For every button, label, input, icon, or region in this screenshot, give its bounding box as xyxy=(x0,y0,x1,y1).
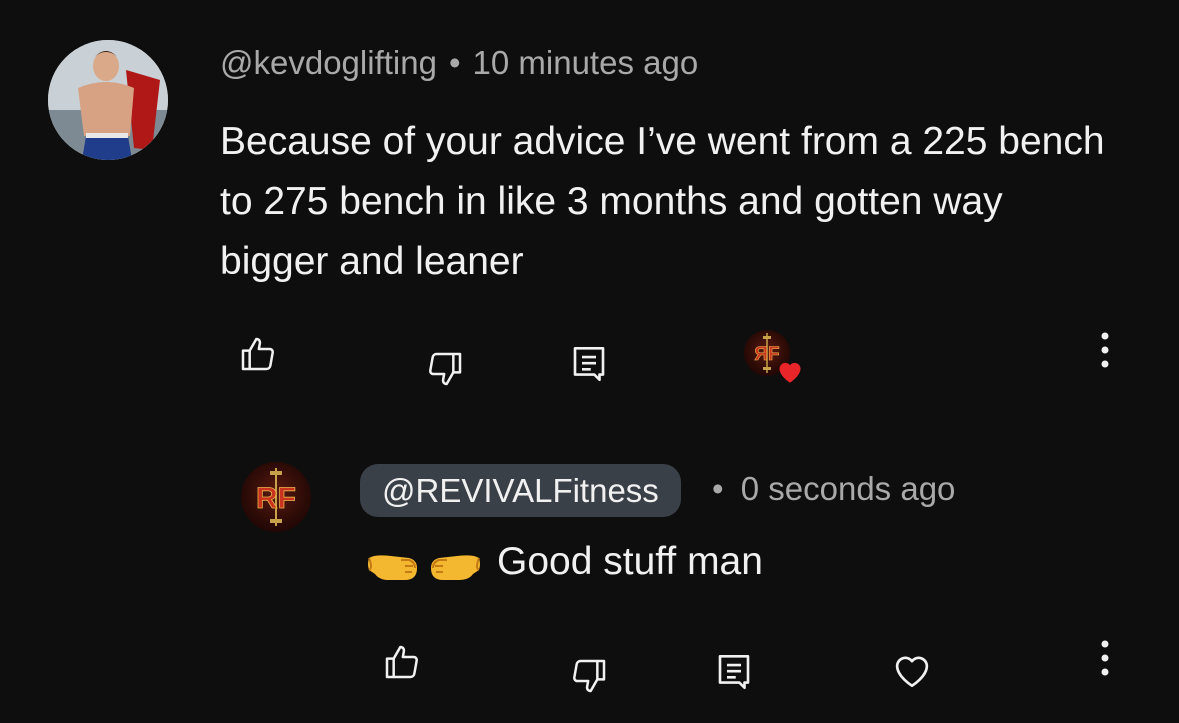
reply-avatar[interactable]: RF xyxy=(241,462,311,532)
reply-text: Good stuff man xyxy=(497,540,763,583)
meta-separator: • xyxy=(712,470,724,507)
avatar-initials: RF xyxy=(256,482,296,515)
reply-button[interactable] xyxy=(565,340,613,388)
dislike-button[interactable] xyxy=(421,345,469,393)
revival-fitness-logo-icon: RF xyxy=(256,468,296,526)
left-facing-fist-icon xyxy=(431,555,480,580)
thumbs-down-icon xyxy=(429,352,462,386)
reply-emoji xyxy=(365,548,483,588)
reply-comment-icon xyxy=(718,654,750,690)
reply-meta: • 0 seconds ago xyxy=(712,470,955,508)
comment-text: Because of your advice I’ve went from a … xyxy=(220,120,1105,283)
reply-comment-icon xyxy=(573,346,605,382)
comment-more-button[interactable] xyxy=(1085,328,1125,372)
more-vertical-icon xyxy=(1101,332,1109,368)
reply-like-button[interactable] xyxy=(378,638,426,686)
meta-separator: • xyxy=(448,44,461,81)
reply-dislike-button[interactable] xyxy=(565,652,613,700)
heart-button[interactable] xyxy=(888,646,936,694)
creator-name-chip[interactable]: @REVIVALFitness xyxy=(360,464,681,517)
thumbs-down-icon xyxy=(573,659,606,693)
more-vertical-icon xyxy=(1101,640,1109,676)
heart-outline-icon xyxy=(895,656,929,688)
commenter-avatar[interactable] xyxy=(48,40,168,160)
creator-heart-badge[interactable]: ЯF xyxy=(744,330,806,386)
like-button[interactable] xyxy=(234,330,282,378)
comment-author[interactable]: @kevdoglifting xyxy=(220,44,437,81)
creator-heart-icon xyxy=(779,362,801,383)
comment-time: 10 minutes ago xyxy=(472,44,699,81)
thumbs-up-icon xyxy=(385,645,418,679)
right-facing-fist-icon xyxy=(368,555,417,580)
commenter-avatar-image xyxy=(48,40,168,160)
reply-time: 0 seconds ago xyxy=(740,470,956,507)
reply-more-button[interactable] xyxy=(1085,636,1125,680)
comment-meta: @kevdoglifting • 10 minutes ago xyxy=(220,44,698,82)
thumbs-up-icon xyxy=(241,337,274,371)
reply-reply-button[interactable] xyxy=(710,648,758,696)
